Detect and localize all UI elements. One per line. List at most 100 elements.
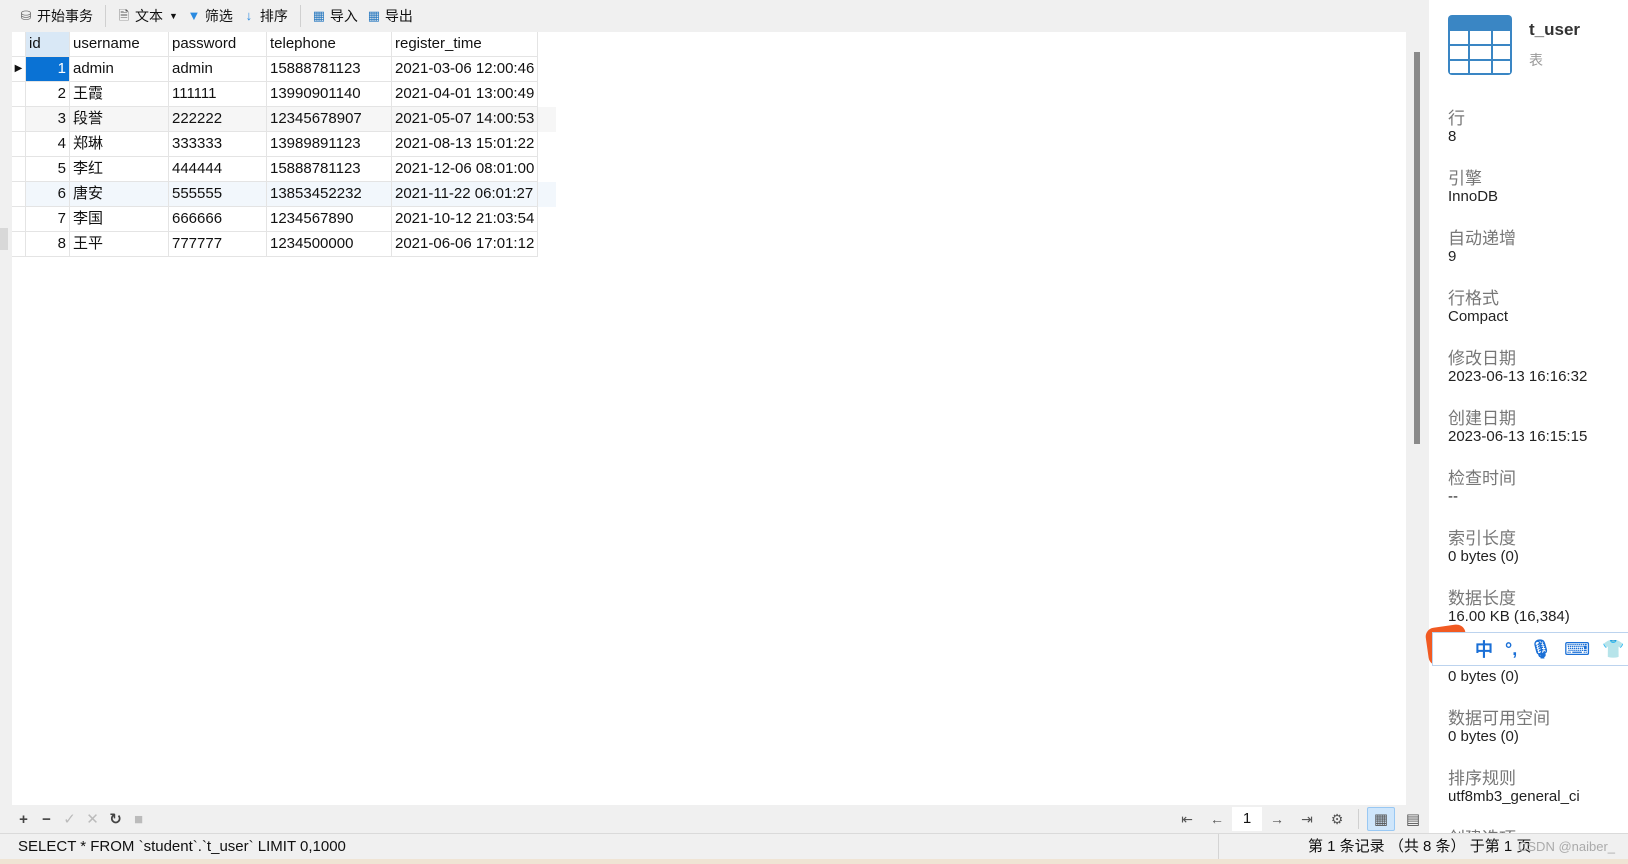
cell-id[interactable]: 1: [26, 57, 70, 82]
cell-password[interactable]: 333333: [169, 132, 267, 157]
sort-button[interactable]: ↓ 排序: [241, 6, 288, 26]
ime-mode-toggle[interactable]: 中: [1475, 636, 1493, 662]
column-header-username[interactable]: username: [70, 32, 169, 57]
grid-view-button[interactable]: ▦: [1367, 807, 1395, 831]
cell-username[interactable]: 王平: [70, 232, 169, 257]
cell-register-time[interactable]: 2021-06-06 17:01:12: [392, 232, 538, 257]
cell-password[interactable]: 666666: [169, 207, 267, 232]
property-label: 创建日期: [1448, 409, 1516, 428]
row-indicator[interactable]: [12, 132, 26, 157]
toolbar-divider: [105, 5, 106, 27]
cell-username[interactable]: 王霞: [70, 82, 169, 107]
splitter-handle[interactable]: [0, 228, 8, 250]
cell-id[interactable]: 3: [26, 107, 70, 132]
cell-register-time[interactable]: 2021-03-06 12:00:46: [392, 57, 538, 82]
cell-username[interactable]: 李国: [70, 207, 169, 232]
cell-password[interactable]: 555555: [169, 182, 267, 207]
cell-password[interactable]: 444444: [169, 157, 267, 182]
cell-username[interactable]: admin: [70, 57, 169, 82]
column-header-register-time[interactable]: register_time: [392, 32, 538, 57]
cell-register-time[interactable]: 2021-04-01 13:00:49: [392, 82, 538, 107]
cell-register-time[interactable]: 2021-05-07 14:00:53: [392, 107, 538, 132]
row-indicator[interactable]: [12, 232, 26, 257]
cell-telephone[interactable]: 13990901140: [267, 82, 392, 107]
cell-telephone[interactable]: 15888781123: [267, 57, 392, 82]
column-header-id[interactable]: id: [26, 32, 70, 57]
cell-telephone[interactable]: 13853452232: [267, 182, 392, 207]
property-label: 自动递增: [1448, 229, 1516, 248]
cell-id[interactable]: 5: [26, 157, 70, 182]
row-indicator[interactable]: [12, 107, 26, 132]
last-page-button[interactable]: ⇥: [1292, 811, 1322, 828]
cell-id[interactable]: 4: [26, 132, 70, 157]
cell-password[interactable]: 111111: [169, 82, 267, 107]
keyboard-icon[interactable]: ⌨: [1564, 639, 1590, 660]
property-label: 创建选项: [1448, 824, 1516, 833]
property-item: 数据长度 16.00 KB (16,384): [1448, 584, 1570, 630]
import-button[interactable]: ▦ 导入: [311, 6, 358, 26]
page-number-input[interactable]: 1: [1232, 807, 1262, 831]
row-indicator[interactable]: [12, 207, 26, 232]
export-button[interactable]: ▦ 导出: [366, 6, 413, 26]
table-row[interactable]: 7 李国 666666 1234567890 2021-10-12 21:03:54: [12, 207, 556, 232]
column-header-telephone[interactable]: telephone: [267, 32, 392, 57]
cell-username[interactable]: 郑琳: [70, 132, 169, 157]
ime-punctuation-toggle[interactable]: °,: [1505, 639, 1517, 660]
refresh-button[interactable]: ↻: [104, 810, 127, 828]
table-row[interactable]: 4 郑琳 333333 13989891123 2021-08-13 15:01:22: [12, 132, 556, 157]
column-header-password[interactable]: password: [169, 32, 267, 57]
cell-username[interactable]: 段誉: [70, 107, 169, 132]
cell-id[interactable]: 8: [26, 232, 70, 257]
property-label: 修改日期: [1448, 349, 1516, 368]
cell-password[interactable]: admin: [169, 57, 267, 82]
cell-id[interactable]: 6: [26, 182, 70, 207]
cell-register-time[interactable]: 2021-12-06 08:01:00: [392, 157, 538, 182]
text-view-button[interactable]: 🗎 文本 ▼: [116, 6, 178, 26]
apply-changes-button[interactable]: ✓: [58, 810, 81, 828]
table-row[interactable]: 2 王霞 111111 13990901140 2021-04-01 13:00:49: [12, 82, 556, 107]
cell-telephone[interactable]: 15888781123: [267, 157, 392, 182]
skin-shirt-icon[interactable]: 👕: [1602, 639, 1624, 660]
cell-register-time[interactable]: 2021-11-22 06:01:27: [392, 182, 538, 207]
first-page-button[interactable]: ⇤: [1172, 811, 1202, 828]
row-indicator[interactable]: [12, 157, 26, 182]
stop-button[interactable]: ■: [127, 811, 150, 828]
table-row[interactable]: 5 李红 444444 15888781123 2021-12-06 08:01:00: [12, 157, 556, 182]
cell-telephone[interactable]: 1234567890: [267, 207, 392, 232]
settings-gear-icon[interactable]: ⚙: [1322, 811, 1352, 828]
dropdown-arrow-icon[interactable]: ▼: [169, 11, 178, 21]
cell-username[interactable]: 李红: [70, 157, 169, 182]
cell-register-time[interactable]: 2021-08-13 15:01:22: [392, 132, 538, 157]
cell-telephone[interactable]: 13989891123: [267, 132, 392, 157]
cell-password[interactable]: 777777: [169, 232, 267, 257]
table-row[interactable]: 6 唐安 555555 13853452232 2021-11-22 06:01:27: [12, 182, 556, 207]
discard-changes-button[interactable]: ✕: [81, 810, 104, 828]
filter-button[interactable]: ▼ 筛选: [186, 6, 232, 26]
cell-telephone[interactable]: 1234500000: [267, 232, 392, 257]
previous-page-button[interactable]: ←: [1202, 811, 1232, 827]
microphone-icon[interactable]: 🎙: [1529, 639, 1552, 660]
cell-username[interactable]: 唐安: [70, 182, 169, 207]
row-indicator[interactable]: [12, 182, 26, 207]
table-row[interactable]: ▶ 1 admin admin 15888781123 2021-03-06 12:00:…: [12, 57, 556, 82]
cell-register-time[interactable]: 2021-10-12 21:03:54: [392, 207, 538, 232]
next-page-button[interactable]: →: [1262, 811, 1292, 827]
add-record-button[interactable]: +: [12, 811, 35, 828]
property-value: 9: [1448, 248, 1457, 265]
row-indicator[interactable]: [12, 82, 26, 107]
table-row[interactable]: 3 段誉 222222 12345678907 2021-05-07 14:00:53: [12, 107, 556, 132]
cell-password[interactable]: 222222: [169, 107, 267, 132]
scrollbar-thumb[interactable]: [1414, 52, 1420, 444]
delete-record-button[interactable]: −: [35, 811, 58, 828]
sort-icon: ↓: [245, 8, 253, 23]
vertical-scrollbar[interactable]: [1406, 32, 1428, 805]
ime-toolbar: 中 °, 🎙 ⌨ 👕: [1432, 632, 1628, 666]
cell-id[interactable]: 2: [26, 82, 70, 107]
table-row[interactable]: 8 王平 777777 1234500000 2021-06-06 17:01:12: [12, 232, 556, 257]
form-view-button[interactable]: ▤: [1399, 807, 1427, 831]
row-indicator[interactable]: ▶: [12, 57, 26, 82]
cell-telephone[interactable]: 12345678907: [267, 107, 392, 132]
cell-id[interactable]: 7: [26, 207, 70, 232]
begin-transaction-button[interactable]: ⛁ 开始事务: [18, 6, 93, 26]
toolbar: ⛁ 开始事务 🗎 文本 ▼ ▼ 筛选 ↓ 排序 ▦ 导入 ▦ 导出: [0, 0, 1429, 32]
